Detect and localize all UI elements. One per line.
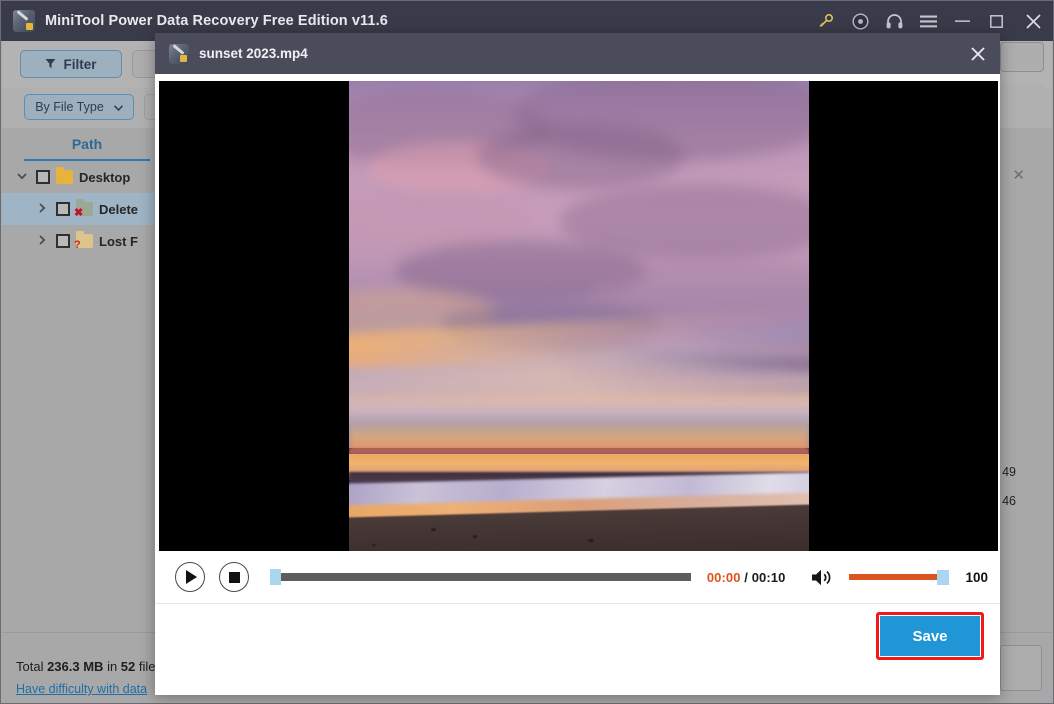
save-button[interactable]: Save xyxy=(880,616,980,656)
app-title: MiniTool Power Data Recovery Free Editio… xyxy=(45,13,388,29)
folder-yellow-icon xyxy=(56,167,73,184)
dialog-footer: Save xyxy=(155,603,1000,695)
dialog-header: sunset 2023.mp4 xyxy=(155,33,1000,74)
right-edge-strip: ✕ 49 46 xyxy=(1000,42,1052,633)
dialog-body: 00:00 / 00:10 100 Save xyxy=(155,74,1000,695)
tree-item-label: Delete xyxy=(99,201,139,217)
by-file-type-dropdown[interactable]: By File Type xyxy=(24,94,134,120)
total-middle: in xyxy=(103,659,121,674)
dialog-title: sunset 2023.mp4 xyxy=(199,46,308,61)
progress-slider[interactable] xyxy=(270,567,691,587)
volume-value: 100 xyxy=(965,569,988,585)
close-icon[interactable] xyxy=(1013,1,1053,41)
progress-track xyxy=(271,573,691,581)
video-viewport[interactable] xyxy=(159,81,998,551)
path-panel: Path Desktop ✖ Delete ? Lost F xyxy=(2,128,172,633)
save-button-highlight: Save xyxy=(876,612,984,660)
play-icon[interactable] xyxy=(175,562,205,592)
time-display: 00:00 / 00:10 xyxy=(707,570,786,585)
minitool-logo-icon xyxy=(13,10,35,32)
time-separator: / xyxy=(740,569,752,585)
tree-item-lost-files[interactable]: ? Lost F xyxy=(2,225,172,257)
tree-item-label: Lost F xyxy=(99,233,138,249)
player-controls: 00:00 / 00:10 100 xyxy=(155,551,1000,603)
right-toolbar-button[interactable] xyxy=(1000,42,1044,72)
right-filter-button[interactable] xyxy=(1000,84,1044,110)
progress-handle[interactable] xyxy=(270,569,281,585)
tree-item-desktop[interactable]: Desktop xyxy=(2,161,172,193)
video-preview-dialog: sunset 2023.mp4 00:00 / 00:10 100 Save xyxy=(155,33,1000,695)
filter-button[interactable]: Filter xyxy=(20,50,122,78)
table-cell-value: 46 xyxy=(1002,494,1016,508)
status-bar-button[interactable] xyxy=(1000,645,1042,691)
chevron-right-icon[interactable] xyxy=(36,202,50,216)
lost-badge-icon: ? xyxy=(74,239,81,251)
close-icon[interactable]: ✕ xyxy=(1012,166,1025,184)
cloud xyxy=(477,123,685,190)
pebble xyxy=(371,543,376,546)
stop-icon[interactable] xyxy=(219,562,249,592)
chevron-down-icon[interactable] xyxy=(16,170,30,184)
chevron-right-icon[interactable] xyxy=(36,234,50,248)
table-cell-value: 49 xyxy=(1002,465,1016,479)
video-frame xyxy=(348,81,809,551)
total-summary: Total 236.3 MB in 52 file xyxy=(16,659,156,674)
path-header: Path xyxy=(24,128,150,161)
time-current: 00:00 xyxy=(706,569,741,585)
volume-handle[interactable] xyxy=(937,569,950,585)
total-suffix: file xyxy=(135,659,156,674)
total-count: 52 xyxy=(120,659,136,674)
pebble xyxy=(431,527,437,531)
help-link[interactable]: Have difficulty with data xyxy=(16,682,147,696)
total-size: 236.3 MB xyxy=(47,659,104,674)
tree-checkbox-deleted-files[interactable] xyxy=(56,202,70,216)
folder-deleted-icon: ✖ xyxy=(74,199,93,219)
tree-checkbox-desktop[interactable] xyxy=(36,170,50,184)
volume-slider[interactable] xyxy=(849,568,950,586)
deleted-badge-icon: ✖ xyxy=(74,207,84,219)
by-file-type-label: By File Type xyxy=(35,100,104,114)
filter-button-label: Filter xyxy=(63,56,97,72)
tree-item-deleted-files[interactable]: ✖ Delete xyxy=(2,193,172,225)
tree-checkbox-lost-files[interactable] xyxy=(56,234,70,248)
time-total: 00:10 xyxy=(751,569,786,585)
funnel-icon xyxy=(45,57,56,72)
folder-lost-icon: ? xyxy=(74,231,93,251)
close-icon[interactable] xyxy=(956,33,1000,74)
tree-item-label: Desktop xyxy=(79,169,131,185)
volume-track xyxy=(849,574,950,580)
total-prefix: Total xyxy=(16,659,48,674)
pebble xyxy=(472,534,477,538)
chevron-down-icon xyxy=(113,100,123,114)
speaker-icon[interactable] xyxy=(811,568,833,587)
minitool-logo-icon xyxy=(169,43,189,64)
